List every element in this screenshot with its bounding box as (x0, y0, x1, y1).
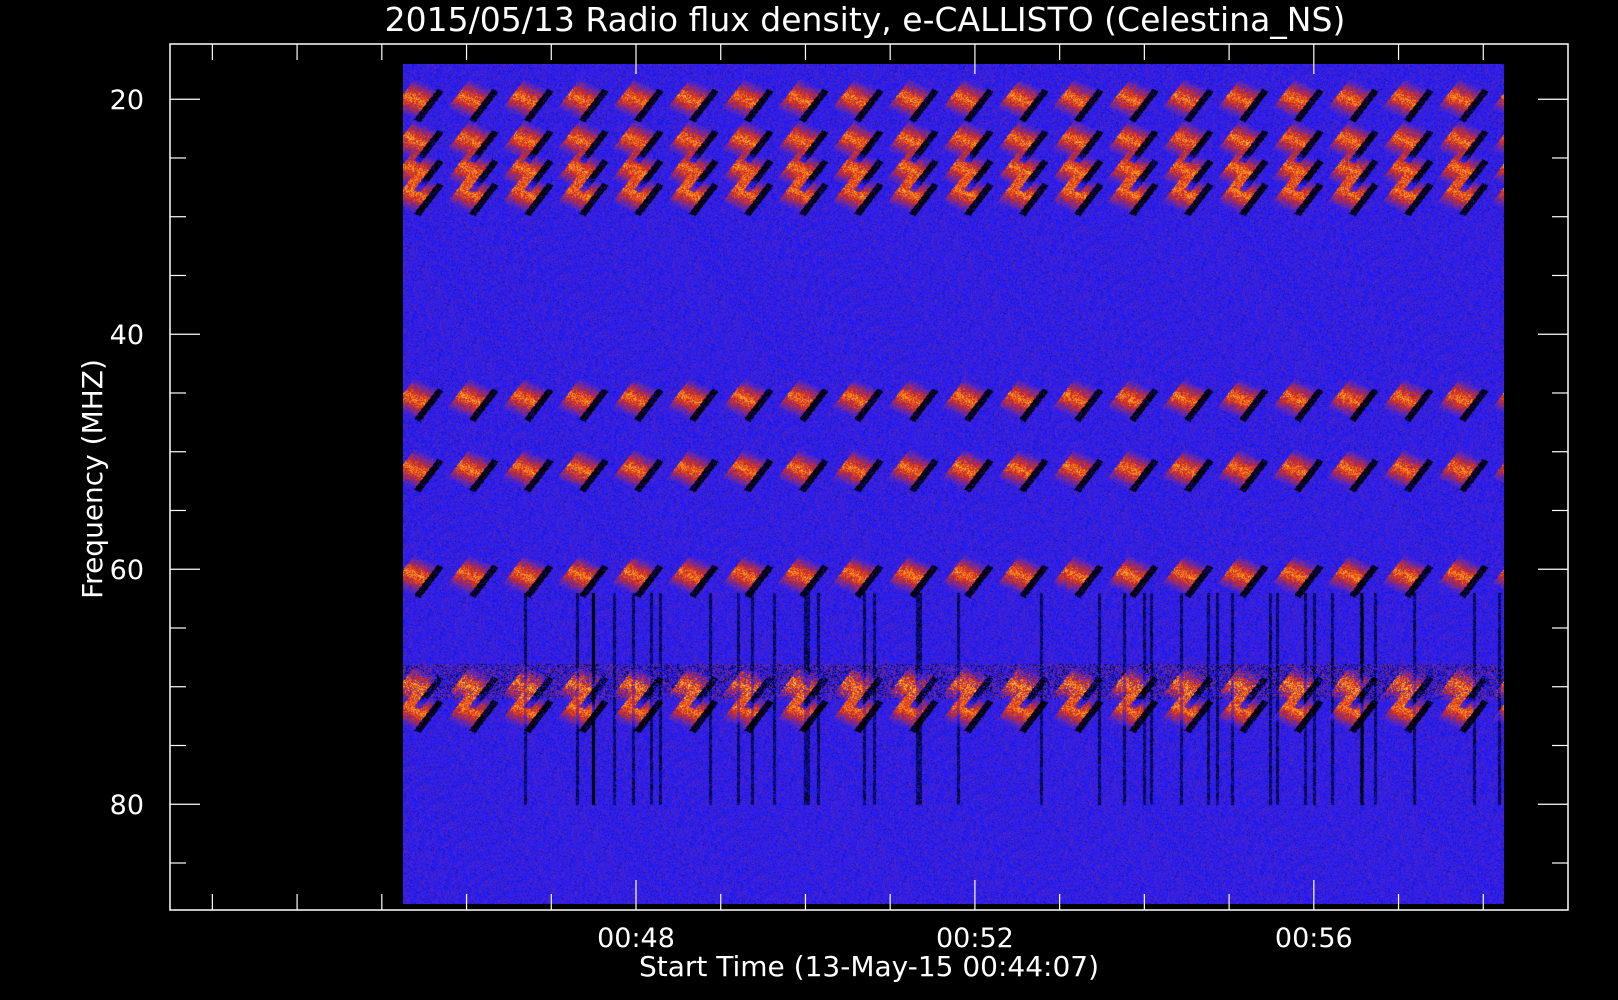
heatmap-layer (403, 63, 1504, 904)
x-tick-label: 00:56 (1275, 923, 1353, 954)
y-axis-label: Frequency (MHZ) (76, 359, 109, 599)
spectrogram-image (403, 63, 1504, 904)
spectrogram-chart: 2015/05/13 Radio flux density, e-CALLIST… (0, 0, 1618, 1000)
y-tick-label: 60 (110, 555, 144, 586)
x-axis-label: Start Time (13-May-15 00:44:07) (639, 950, 1099, 983)
chart-title: 2015/05/13 Radio flux density, e-CALLIST… (385, 0, 1346, 39)
y-tick-label: 40 (110, 320, 144, 351)
y-tick-label: 80 (110, 790, 144, 821)
y-tick-label: 20 (110, 85, 144, 116)
